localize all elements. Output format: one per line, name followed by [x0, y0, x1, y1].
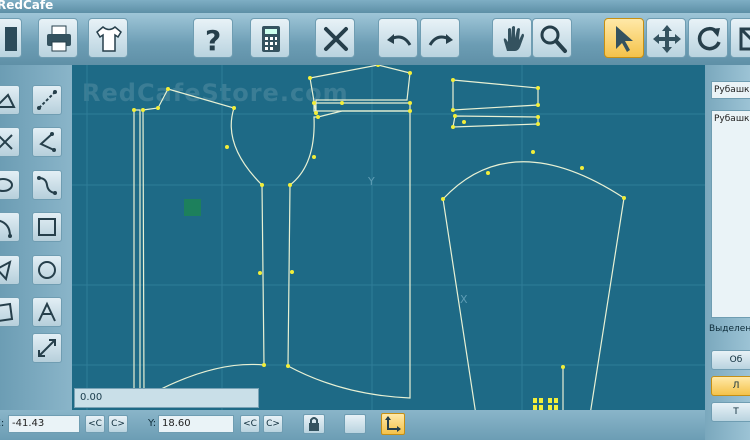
redo-button[interactable]: [420, 18, 460, 58]
value-display: 0.00: [74, 388, 259, 408]
help-button[interactable]: ?: [193, 18, 233, 58]
polygon-tool-icon: [0, 302, 14, 322]
lock-icon: [309, 417, 319, 431]
right-panel: Рубашк Рубашк Выделен Об Л Т: [705, 65, 750, 440]
extra-button[interactable]: [730, 18, 750, 58]
object-list-item[interactable]: Рубашк: [714, 111, 750, 127]
title-bar: RedCafe: [0, 0, 750, 13]
piece-back: [287, 110, 411, 399]
rotate-icon: [697, 26, 721, 51]
object-list[interactable]: Рубашк: [711, 110, 750, 318]
grid: [72, 65, 705, 410]
move-icon: [653, 25, 681, 53]
curve-tool-icon: [39, 132, 56, 152]
x-next-button[interactable]: C>: [108, 415, 128, 433]
lock-button[interactable]: [303, 414, 325, 434]
triangle-tool-icon: [0, 260, 12, 281]
piece-sleeve: [442, 161, 625, 410]
piece-front: [142, 88, 265, 400]
knife-tool-icon: [0, 134, 13, 150]
pan-button[interactable]: [492, 18, 532, 58]
rectangle-tool-button[interactable]: [32, 212, 62, 242]
x-axis-label: X: [460, 293, 468, 306]
pattern-drawing: Y X: [72, 65, 705, 410]
shirt-icon: [96, 26, 122, 52]
arc-tool-icon: [0, 219, 12, 238]
delete-icon: [324, 27, 348, 51]
notch-tool-icon: [38, 301, 56, 322]
x-prev-button[interactable]: <C: [85, 415, 105, 433]
origin-marker: [184, 199, 201, 216]
y-coord-label: Y:: [148, 418, 157, 429]
piece-collar: [452, 79, 539, 111]
pan-hand-icon: [503, 26, 524, 51]
undo-button[interactable]: [378, 18, 418, 58]
object-name-field[interactable]: Рубашк: [711, 81, 750, 99]
circle-tool-button[interactable]: [32, 255, 62, 285]
calculator-button[interactable]: [250, 18, 290, 58]
open-button[interactable]: [0, 18, 22, 58]
open-icon: [5, 27, 17, 51]
knife-tool-button[interactable]: [0, 127, 20, 157]
y-next-button[interactable]: C>: [263, 415, 283, 433]
panel-button-3[interactable]: Т: [711, 402, 750, 422]
selection-label: Выделен: [709, 324, 750, 334]
circle-tool-icon: [38, 261, 56, 279]
triangle-tool-button[interactable]: [0, 255, 20, 285]
segment-tool-icon: [37, 90, 57, 110]
print-icon: [47, 25, 71, 52]
ellipse-tool-button[interactable]: [0, 170, 20, 200]
zoom-button[interactable]: [532, 18, 572, 58]
window-title: RedCafe: [0, 0, 54, 12]
zoom-icon: [540, 25, 567, 53]
y-coord-input[interactable]: 18.60: [158, 415, 234, 433]
delete-button[interactable]: [315, 18, 355, 58]
reflect-tool-button[interactable]: [32, 333, 62, 363]
line-tool-button[interactable]: [0, 85, 20, 115]
y-prev-button[interactable]: <C: [240, 415, 260, 433]
line-tool-icon: [0, 93, 16, 108]
move-button[interactable]: [646, 18, 686, 58]
main-toolbar: ?: [0, 13, 750, 66]
control-points: [132, 65, 626, 410]
select-button[interactable]: [604, 18, 644, 58]
spline-tool-icon: [37, 176, 57, 195]
polygon-tool-button[interactable]: [0, 297, 20, 327]
ellipse-tool-icon: [0, 178, 13, 192]
notch-tool-button[interactable]: [32, 297, 62, 327]
rectangle-tool-icon: [38, 218, 56, 236]
svg-text:?: ?: [205, 24, 221, 55]
panel-button-1[interactable]: Об: [711, 350, 750, 370]
y-axis-label: Y: [367, 175, 375, 188]
print-button[interactable]: [38, 18, 78, 58]
drawing-canvas[interactable]: RedCafeStore.com Y X 0.00: [72, 65, 705, 410]
rotate-button[interactable]: [688, 18, 728, 58]
blank-toggle-button[interactable]: [344, 414, 366, 434]
x-coord-input[interactable]: -41.43: [8, 415, 80, 433]
axes-toggle-button[interactable]: [381, 413, 405, 435]
extra-icon: [739, 27, 750, 51]
axes-icon: [385, 416, 401, 432]
piece-collar-band: [313, 102, 411, 112]
redo-icon: [428, 34, 453, 46]
undo-icon: [387, 34, 412, 46]
panel-button-2[interactable]: Л: [711, 376, 750, 396]
left-tool-palette: [0, 65, 72, 410]
shirt-button[interactable]: [88, 18, 128, 58]
segment-tool-button[interactable]: [32, 85, 62, 115]
calculator-icon: [262, 26, 280, 52]
piece-placket: [133, 109, 141, 399]
piece-yoke: [309, 65, 411, 114]
pattern-pieces: [133, 65, 625, 410]
arc-tool-button[interactable]: [0, 212, 20, 242]
spline-tool-button[interactable]: [32, 170, 62, 200]
select-arrow-icon: [616, 26, 633, 52]
status-bar: X: -41.43 <C C> Y: 18.60 <C C>: [0, 410, 705, 440]
curve-tool-button[interactable]: [32, 127, 62, 157]
reflect-tool-icon: [38, 339, 56, 357]
help-icon: ?: [205, 24, 221, 55]
x-coord-label: X:: [0, 418, 5, 429]
